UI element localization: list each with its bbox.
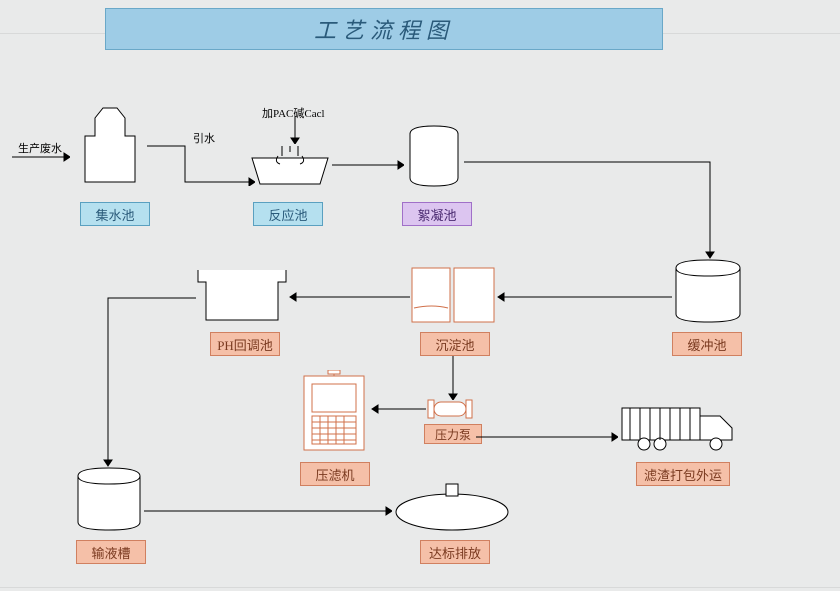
flow-sludge-discharge	[144, 506, 392, 516]
discharge-icon	[392, 482, 512, 534]
pump-label: 压力泵	[424, 424, 482, 444]
flow-settle-pump	[448, 356, 458, 400]
ph-tank-icon	[196, 268, 288, 324]
sludge-tank-icon	[74, 466, 144, 532]
collect-tank-icon	[75, 106, 145, 184]
flow-ph-sludge	[100, 296, 200, 468]
settle-label: 沉淀池	[420, 332, 490, 356]
flow-chem-down	[290, 116, 300, 144]
flow-floc-buffer	[462, 156, 718, 260]
discharge-label: 达标排放	[420, 540, 490, 564]
flow-collect-reaction	[145, 144, 255, 186]
reaction-pool-icon	[248, 144, 332, 188]
collect-label: 集水池	[80, 202, 150, 226]
settle-tank-icon	[410, 266, 496, 324]
truck-icon	[620, 402, 740, 452]
flow-pump-press	[370, 404, 426, 414]
flow-press-truck	[476, 432, 618, 442]
pump-icon	[426, 398, 474, 420]
buffer-tank-icon	[672, 258, 744, 324]
flow-reaction-floc	[332, 160, 404, 170]
ph-label: PH回调池	[210, 332, 280, 356]
diagram-title: 工艺流程图	[314, 13, 454, 45]
press-label: 压滤机	[300, 462, 370, 486]
flow-settle-ph	[288, 292, 410, 302]
slag-out-label: 滤渣打包外运	[636, 462, 730, 486]
reaction-label: 反应池	[253, 202, 323, 226]
press-icon	[298, 370, 370, 456]
floc-tank-icon	[406, 124, 462, 188]
flow-buffer-settle	[496, 292, 672, 302]
title-bar: 工艺流程图	[105, 8, 663, 50]
buffer-label: 缓冲池	[672, 332, 742, 356]
sludge-tank-label: 输液槽	[76, 540, 146, 564]
arrow-input	[12, 152, 70, 162]
